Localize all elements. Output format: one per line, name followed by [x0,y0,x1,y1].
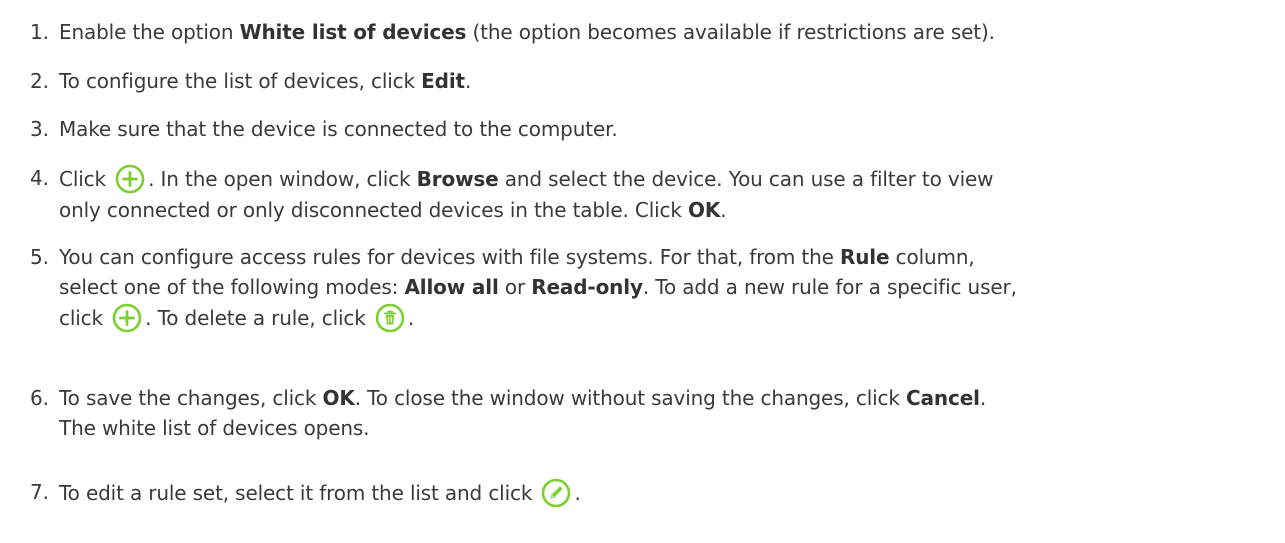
step-line: select one of the following modes: Allow… [59,272,1277,302]
text-run: and select the device. You can use a fil… [498,167,994,191]
step-text: To configure the list of devices, click … [59,66,1277,96]
text-run: . To delete a rule, click [145,306,372,330]
step-number: 6. [30,386,49,410]
text-run: . [464,69,472,93]
text-run: click [59,306,110,330]
step-line: only connected or only disconnected devi… [59,195,1277,225]
step-line: click . To delete a rule, click . [59,302,1277,334]
text-run: Enable the option [59,20,240,44]
text-run: or [498,275,532,299]
text-run: To save the changes, click [59,386,323,410]
text-run: . To close the window without saving the… [354,386,907,410]
step-text: Enable the option White list of devices … [59,17,1277,47]
step-number: 1. [30,20,49,44]
text-run: . In the open window, click [148,167,417,191]
step-line: The white list of devices opens. [59,413,1277,443]
bold-term: Allow all [404,275,499,299]
bold-term: Cancel [906,386,980,410]
step-line: To configure the list of devices, click … [59,66,1277,96]
bold-term: White list of devices [239,20,467,44]
text-run: To edit a rule set, select it from the l… [59,481,539,505]
text-run: . [407,306,415,330]
step-text: You can configure access rules for devic… [59,242,1277,334]
text-run: (the option becomes available if restric… [466,20,996,44]
text-run: only connected or only disconnected devi… [59,198,689,222]
step-line: Enable the option White list of devices … [59,17,1277,47]
step-line: To edit a rule set, select it from the l… [59,477,1277,509]
text-run: column, [889,245,975,269]
step-line: Click . In the open window, click Browse… [59,163,1277,195]
text-run: . [979,386,987,410]
text-run: To configure the list of devices, click [59,69,422,93]
edit-icon [540,477,572,509]
text-run: select one of the following modes: [59,275,405,299]
add-icon [111,302,143,334]
add-icon [114,163,146,195]
step-text: To save the changes, click OK. To close … [59,383,1277,443]
step-text: To edit a rule set, select it from the l… [59,477,1277,509]
step-text: Make sure that the device is connected t… [59,114,1277,144]
bold-term: OK [688,198,721,222]
text-run: . To add a new rule for a specific user, [642,275,1017,299]
trash-icon [374,302,406,334]
bold-term: Rule [839,245,890,269]
text-run: Click [59,167,113,191]
bold-term: OK [322,386,355,410]
step-line: To save the changes, click OK. To close … [59,383,1277,413]
bold-term: Browse [416,167,499,191]
text-run: . [720,198,727,222]
text-run: The white list of devices opens. [59,416,370,440]
text-run: . [574,481,581,505]
step-line: Make sure that the device is connected t… [59,114,1277,144]
step-number: 2. [30,69,49,93]
step-line: You can configure access rules for devic… [59,242,1277,272]
step-text: Click . In the open window, click Browse… [59,163,1277,225]
step-number: 7. [30,480,49,504]
text-run: Make sure that the device is connected t… [59,117,618,141]
step-number: 5. [30,245,49,269]
step-number: 4. [30,166,49,190]
bold-term: Read-only [531,275,643,299]
step-number: 3. [30,117,49,141]
bold-term: Edit [421,69,465,93]
text-run: You can configure access rules for devic… [59,245,840,269]
